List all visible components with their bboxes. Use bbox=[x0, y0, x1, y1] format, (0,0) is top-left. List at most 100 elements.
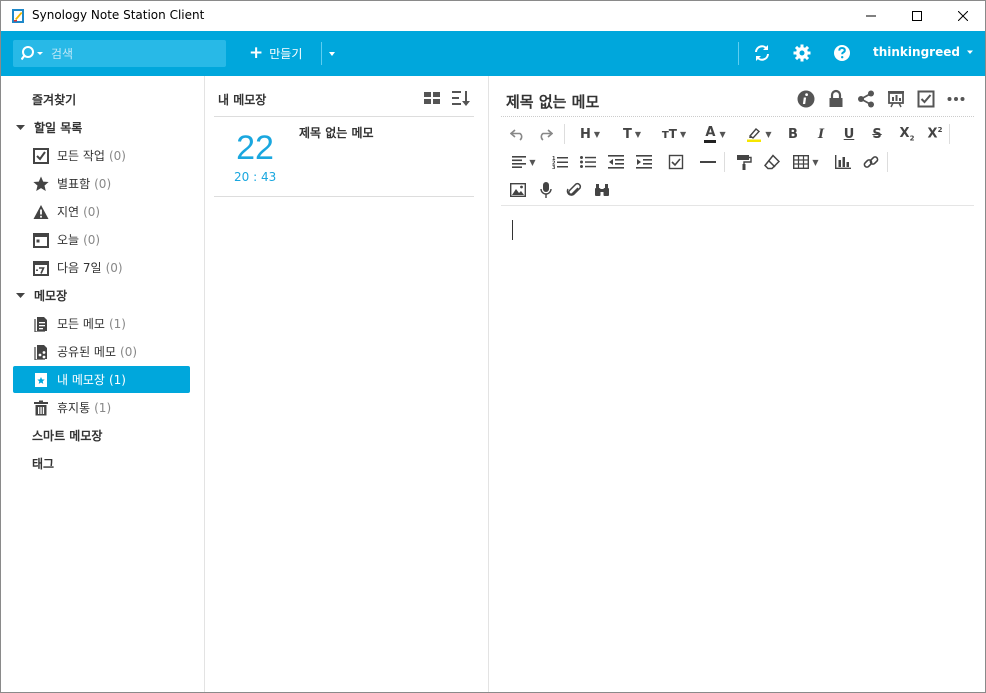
format-painter-button[interactable] bbox=[732, 151, 756, 173]
italic-icon: I bbox=[817, 126, 825, 142]
sidebar-item-label: 즐겨찾기 bbox=[32, 93, 77, 107]
clear-format-button[interactable] bbox=[760, 151, 784, 173]
trash-icon bbox=[34, 400, 48, 415]
note-list-panel: 내 메모장 22 20 : 43 제목 없는 메모 bbox=[206, 76, 489, 692]
sidebar-favorites[interactable]: 즐겨찾기 bbox=[13, 86, 190, 113]
indent-button[interactable] bbox=[632, 151, 656, 173]
table-button[interactable]: ▼ bbox=[788, 151, 824, 173]
redo-icon bbox=[540, 129, 553, 141]
ordered-list-icon: 123 bbox=[552, 156, 568, 169]
settings-gear-icon[interactable] bbox=[792, 43, 812, 63]
bold-icon: B bbox=[788, 126, 798, 142]
chart-button[interactable] bbox=[831, 151, 855, 173]
sidebar-item-label: 다음 7일 bbox=[57, 261, 102, 275]
find-button[interactable] bbox=[590, 179, 614, 201]
notes-stack-icon bbox=[34, 316, 47, 332]
calendar-today-icon bbox=[33, 232, 49, 248]
dropdown-caret-icon: ▼ bbox=[679, 129, 687, 139]
sidebar-item-label: 별표함 bbox=[57, 177, 91, 191]
attachment-button[interactable] bbox=[562, 179, 586, 201]
help-icon[interactable] bbox=[832, 43, 852, 63]
sidebar-item-all-tasks[interactable]: 모든 작업 (0) bbox=[13, 142, 190, 169]
collapse-caret-icon bbox=[16, 293, 25, 298]
toolbar-divider bbox=[738, 42, 739, 65]
bold-button[interactable]: B bbox=[781, 123, 805, 145]
checklist-button[interactable] bbox=[664, 151, 688, 173]
record-audio-button[interactable] bbox=[534, 179, 558, 201]
sidebar-tags[interactable]: 태그 bbox=[13, 450, 190, 477]
app-window: Synology Note Station Client + 만들기 bbox=[0, 0, 986, 693]
insert-image-button[interactable] bbox=[506, 179, 530, 201]
sync-icon[interactable] bbox=[752, 43, 772, 63]
checkbox-checked-icon bbox=[33, 147, 49, 164]
user-menu[interactable]: thinkingreed bbox=[873, 45, 974, 59]
redo-button[interactable] bbox=[533, 123, 557, 145]
username: thinkingreed bbox=[873, 45, 960, 59]
presentation-icon[interactable] bbox=[886, 89, 906, 109]
link-icon bbox=[863, 156, 879, 168]
sidebar-item-all-notes[interactable]: 모든 메모 (1) bbox=[13, 310, 190, 337]
sidebar-notebook-header[interactable]: 메모장 bbox=[13, 282, 190, 309]
maximize-button[interactable] bbox=[894, 1, 940, 31]
warning-icon bbox=[33, 204, 49, 219]
microphone-icon bbox=[540, 182, 552, 198]
close-button[interactable] bbox=[940, 1, 985, 31]
search-input[interactable] bbox=[51, 40, 221, 67]
dropdown-caret-icon: ▼ bbox=[634, 129, 642, 139]
sidebar-item-starred[interactable]: 별표함 (0) bbox=[13, 170, 190, 197]
create-dropdown-caret-icon[interactable] bbox=[327, 49, 337, 59]
search-box bbox=[13, 40, 226, 67]
font-color-button[interactable]: A ▼ bbox=[697, 123, 733, 145]
sidebar-item-my-notebook[interactable]: 내 메모장 (1) bbox=[13, 366, 190, 393]
editor-note-title[interactable]: 제목 없는 메모 bbox=[506, 91, 599, 112]
checklist-icon bbox=[668, 154, 684, 170]
info-icon[interactable] bbox=[796, 89, 816, 109]
font-button[interactable]: T ▼ bbox=[615, 123, 649, 145]
editor-panel: 제목 없는 메모 H ▼ T ▼ ᴛT ▼ A ▼ ▼ B I U S X2 X2 bbox=[490, 76, 985, 692]
star-icon bbox=[33, 176, 49, 191]
search-icon[interactable] bbox=[21, 45, 47, 62]
sidebar-smart-notebook[interactable]: 스마트 메모장 bbox=[13, 422, 190, 449]
notebook-star-icon bbox=[35, 372, 47, 387]
share-icon[interactable] bbox=[856, 89, 876, 109]
highlight-button[interactable]: ▼ bbox=[741, 123, 777, 145]
subscript-icon: X2 bbox=[899, 125, 915, 143]
grid-view-icon[interactable] bbox=[424, 91, 440, 105]
minimize-button[interactable] bbox=[848, 1, 894, 31]
eraser-icon bbox=[764, 154, 780, 170]
sidebar-item-label: 할일 목록 bbox=[34, 121, 83, 135]
note-list-item[interactable]: 22 20 : 43 제목 없는 메모 bbox=[214, 117, 474, 197]
lock-icon[interactable] bbox=[826, 89, 846, 109]
link-button[interactable] bbox=[859, 151, 883, 173]
sidebar-item-label: 공유된 메모 bbox=[57, 345, 117, 359]
sidebar-item-trash[interactable]: 휴지통 (1) bbox=[13, 394, 190, 421]
subscript-button[interactable]: X2 bbox=[895, 123, 919, 145]
create-button[interactable]: + 만들기 bbox=[249, 42, 302, 64]
ordered-list-button[interactable]: 123 bbox=[548, 151, 572, 173]
sidebar-todo-header[interactable]: 할일 목록 bbox=[13, 114, 190, 141]
sidebar-item-shared-notes[interactable]: 공유된 메모 (0) bbox=[13, 338, 190, 365]
horizontal-rule-button[interactable] bbox=[696, 151, 720, 173]
sidebar-item-count: (0) bbox=[120, 344, 138, 359]
sidebar-item-next-7-days[interactable]: 다음 7일 (0) bbox=[13, 254, 190, 281]
undo-button[interactable] bbox=[506, 123, 530, 145]
bullet-list-button[interactable] bbox=[576, 151, 600, 173]
heading-button[interactable]: H ▼ bbox=[573, 123, 607, 145]
superscript-button[interactable]: X2 bbox=[923, 123, 947, 145]
align-button[interactable]: ▼ bbox=[507, 151, 541, 173]
minimize-icon bbox=[866, 15, 876, 17]
font-size-button[interactable]: ᴛT ▼ bbox=[656, 123, 692, 145]
checkbox-icon[interactable] bbox=[916, 89, 936, 109]
sidebar-item-count: (0) bbox=[108, 148, 126, 163]
italic-button[interactable]: I bbox=[809, 123, 833, 145]
outdent-button[interactable] bbox=[604, 151, 628, 173]
sidebar-item-today[interactable]: 오늘 (0) bbox=[13, 226, 190, 253]
chevron-down-icon bbox=[966, 50, 973, 54]
sort-icon[interactable] bbox=[452, 90, 470, 106]
underline-button[interactable]: U bbox=[837, 123, 861, 145]
strikethrough-button[interactable]: S bbox=[865, 123, 889, 145]
more-options-icon[interactable] bbox=[946, 89, 966, 109]
create-label: 만들기 bbox=[269, 46, 303, 61]
sidebar-item-overdue[interactable]: 지연 (0) bbox=[13, 198, 190, 225]
indent-icon bbox=[636, 155, 652, 169]
